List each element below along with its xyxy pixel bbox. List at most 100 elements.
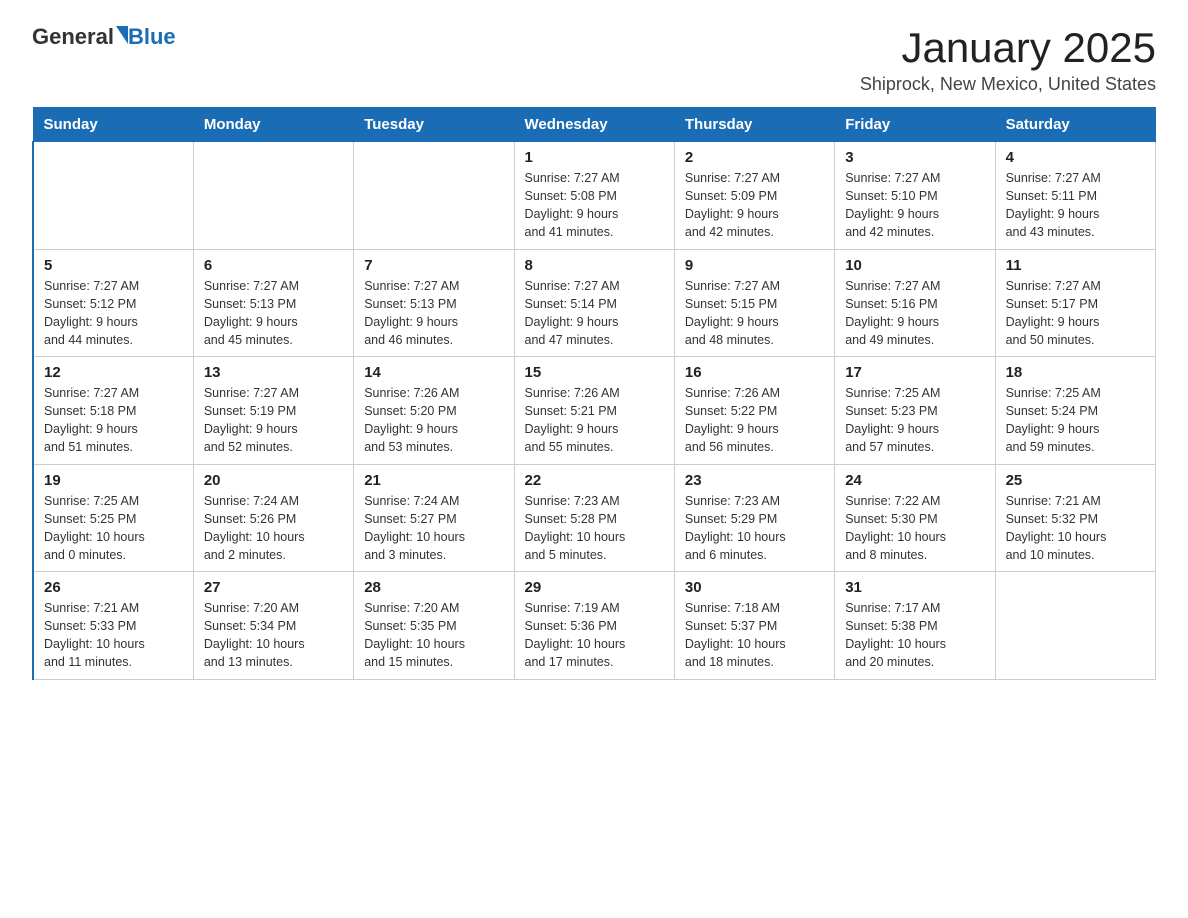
day-number: 15 — [525, 364, 664, 381]
page-header: General Blue January 2025 Shiprock, New … — [32, 24, 1156, 95]
logo: General Blue — [32, 24, 176, 50]
day-number: 18 — [1006, 364, 1145, 381]
day-info: Sunrise: 7:27 AM Sunset: 5:16 PM Dayligh… — [845, 277, 984, 350]
day-number: 5 — [44, 257, 183, 274]
calendar-cell: 13 Sunrise: 7:27 AM Sunset: 5:19 PM Dayli… — [193, 357, 353, 465]
calendar-cell: 20Sunrise: 7:24 AM Sunset: 5:26 PM Dayli… — [193, 464, 353, 572]
calendar-cell: 22 Sunrise: 7:23 AM Sunset: 5:28 PM Dayli… — [514, 464, 674, 572]
day-info: Sunrise: 7:27 AM Sunset: 5:15 PM Dayligh… — [685, 277, 824, 350]
day-info: Sunrise: 7:27 AM Sunset: 5:13 PM Dayligh… — [364, 277, 503, 350]
calendar-cell: 17 Sunrise: 7:25 AM Sunset: 5:23 PM Dayli… — [835, 357, 995, 465]
calendar-cell: 25 Sunrise: 7:21 AM Sunset: 5:32 PM Dayli… — [995, 464, 1155, 572]
calendar-week-row: 26 Sunrise: 7:21 AM Sunset: 5:33 PM Dayli… — [33, 572, 1156, 680]
day-of-week-header: Thursday — [674, 108, 834, 142]
calendar-cell: 21 Sunrise: 7:24 AM Sunset: 5:27 PM Dayli… — [354, 464, 514, 572]
calendar-cell: 18 Sunrise: 7:25 AM Sunset: 5:24 PM Dayli… — [995, 357, 1155, 465]
day-number: 31 — [845, 579, 984, 596]
day-info: Sunrise: 7:27 AM Sunset: 5:17 PM Dayligh… — [1006, 277, 1145, 350]
calendar-cell: 9 Sunrise: 7:27 AM Sunset: 5:15 PM Daylig… — [674, 249, 834, 357]
calendar-cell: 15 Sunrise: 7:26 AM Sunset: 5:21 PM Dayli… — [514, 357, 674, 465]
day-of-week-header: Sunday — [33, 108, 193, 142]
calendar-subtitle: Shiprock, New Mexico, United States — [860, 74, 1156, 95]
day-info: Sunrise: 7:20 AM Sunset: 5:34 PM Dayligh… — [204, 599, 343, 672]
day-info: Sunrise: 7:25 AM Sunset: 5:24 PM Dayligh… — [1006, 384, 1145, 457]
calendar-cell: 28Sunrise: 7:20 AM Sunset: 5:35 PM Dayli… — [354, 572, 514, 680]
day-number: 23 — [685, 472, 824, 489]
calendar-cell: 12 Sunrise: 7:27 AM Sunset: 5:18 PM Dayli… — [33, 357, 193, 465]
day-number: 8 — [525, 257, 664, 274]
day-number: 2 — [685, 149, 824, 166]
day-number: 26 — [44, 579, 183, 596]
day-number: 7 — [364, 257, 503, 274]
day-number: 25 — [1006, 472, 1145, 489]
calendar-cell — [33, 142, 193, 250]
day-info: Sunrise: 7:27 AM Sunset: 5:13 PM Dayligh… — [204, 277, 343, 350]
calendar-cell: 8 Sunrise: 7:27 AM Sunset: 5:14 PM Daylig… — [514, 249, 674, 357]
day-number: 12 — [44, 364, 183, 381]
day-of-week-header: Tuesday — [354, 108, 514, 142]
day-number: 16 — [685, 364, 824, 381]
day-info: Sunrise: 7:26 AM Sunset: 5:21 PM Dayligh… — [525, 384, 664, 457]
day-of-week-header: Saturday — [995, 108, 1155, 142]
calendar-week-row: 19 Sunrise: 7:25 AM Sunset: 5:25 PM Dayli… — [33, 464, 1156, 572]
calendar-week-row: 5 Sunrise: 7:27 AM Sunset: 5:12 PM Daylig… — [33, 249, 1156, 357]
day-info: Sunrise: 7:27 AM Sunset: 5:12 PM Dayligh… — [44, 277, 183, 350]
calendar-cell: 7 Sunrise: 7:27 AM Sunset: 5:13 PM Daylig… — [354, 249, 514, 357]
day-info: Sunrise: 7:22 AM Sunset: 5:30 PM Dayligh… — [845, 492, 984, 565]
day-info: Sunrise: 7:26 AM Sunset: 5:22 PM Dayligh… — [685, 384, 824, 457]
calendar-table: SundayMondayTuesdayWednesdayThursdayFrid… — [32, 107, 1156, 680]
calendar-cell: 26 Sunrise: 7:21 AM Sunset: 5:33 PM Dayli… — [33, 572, 193, 680]
day-number: 3 — [845, 149, 984, 166]
calendar-cell — [995, 572, 1155, 680]
day-info: Sunrise: 7:18 AM Sunset: 5:37 PM Dayligh… — [685, 599, 824, 672]
day-number: 17 — [845, 364, 984, 381]
day-number: 9 — [685, 257, 824, 274]
day-info: Sunrise: 7:26 AM Sunset: 5:20 PM Dayligh… — [364, 384, 503, 457]
calendar-cell: 24Sunrise: 7:22 AM Sunset: 5:30 PM Dayli… — [835, 464, 995, 572]
day-info: Sunrise: 7:24 AM Sunset: 5:27 PM Dayligh… — [364, 492, 503, 565]
calendar-cell: 16 Sunrise: 7:26 AM Sunset: 5:22 PM Dayli… — [674, 357, 834, 465]
day-number: 19 — [44, 472, 183, 489]
day-of-week-header: Friday — [835, 108, 995, 142]
calendar-cell: 4 Sunrise: 7:27 AM Sunset: 5:11 PM Daylig… — [995, 142, 1155, 250]
day-number: 13 — [204, 364, 343, 381]
calendar-cell: 31Sunrise: 7:17 AM Sunset: 5:38 PM Dayli… — [835, 572, 995, 680]
day-info: Sunrise: 7:27 AM Sunset: 5:19 PM Dayligh… — [204, 384, 343, 457]
calendar-cell: 23 Sunrise: 7:23 AM Sunset: 5:29 PM Dayli… — [674, 464, 834, 572]
day-info: Sunrise: 7:27 AM Sunset: 5:10 PM Dayligh… — [845, 169, 984, 242]
day-info: Sunrise: 7:27 AM Sunset: 5:11 PM Dayligh… — [1006, 169, 1145, 242]
day-info: Sunrise: 7:27 AM Sunset: 5:14 PM Dayligh… — [525, 277, 664, 350]
day-info: Sunrise: 7:27 AM Sunset: 5:09 PM Dayligh… — [685, 169, 824, 242]
day-number: 27 — [204, 579, 343, 596]
day-number: 30 — [685, 579, 824, 596]
day-info: Sunrise: 7:21 AM Sunset: 5:33 PM Dayligh… — [44, 599, 183, 672]
day-info: Sunrise: 7:19 AM Sunset: 5:36 PM Dayligh… — [525, 599, 664, 672]
day-number: 1 — [525, 149, 664, 166]
day-info: Sunrise: 7:27 AM Sunset: 5:18 PM Dayligh… — [44, 384, 183, 457]
day-info: Sunrise: 7:21 AM Sunset: 5:32 PM Dayligh… — [1006, 492, 1145, 565]
day-number: 28 — [364, 579, 503, 596]
day-info: Sunrise: 7:23 AM Sunset: 5:28 PM Dayligh… — [525, 492, 664, 565]
calendar-cell: 1Sunrise: 7:27 AM Sunset: 5:08 PM Daylig… — [514, 142, 674, 250]
day-info: Sunrise: 7:23 AM Sunset: 5:29 PM Dayligh… — [685, 492, 824, 565]
calendar-cell: 5 Sunrise: 7:27 AM Sunset: 5:12 PM Daylig… — [33, 249, 193, 357]
calendar-cell: 27 Sunrise: 7:20 AM Sunset: 5:34 PM Dayli… — [193, 572, 353, 680]
day-number: 6 — [204, 257, 343, 274]
day-number: 11 — [1006, 257, 1145, 274]
day-info: Sunrise: 7:25 AM Sunset: 5:25 PM Dayligh… — [44, 492, 183, 565]
day-info: Sunrise: 7:24 AM Sunset: 5:26 PM Dayligh… — [204, 492, 343, 565]
calendar-cell: 6 Sunrise: 7:27 AM Sunset: 5:13 PM Daylig… — [193, 249, 353, 357]
day-info: Sunrise: 7:25 AM Sunset: 5:23 PM Dayligh… — [845, 384, 984, 457]
calendar-cell — [193, 142, 353, 250]
day-number: 21 — [364, 472, 503, 489]
logo-general-text: General — [32, 24, 114, 50]
logo-blue-text: Blue — [128, 24, 176, 50]
calendar-cell: 19 Sunrise: 7:25 AM Sunset: 5:25 PM Dayli… — [33, 464, 193, 572]
day-of-week-header: Monday — [193, 108, 353, 142]
calendar-cell: 29Sunrise: 7:19 AM Sunset: 5:36 PM Dayli… — [514, 572, 674, 680]
calendar-cell: 11 Sunrise: 7:27 AM Sunset: 5:17 PM Dayli… — [995, 249, 1155, 357]
logo-triangle-icon — [116, 26, 128, 44]
calendar-week-row: 1Sunrise: 7:27 AM Sunset: 5:08 PM Daylig… — [33, 142, 1156, 250]
day-number: 4 — [1006, 149, 1145, 166]
day-number: 22 — [525, 472, 664, 489]
